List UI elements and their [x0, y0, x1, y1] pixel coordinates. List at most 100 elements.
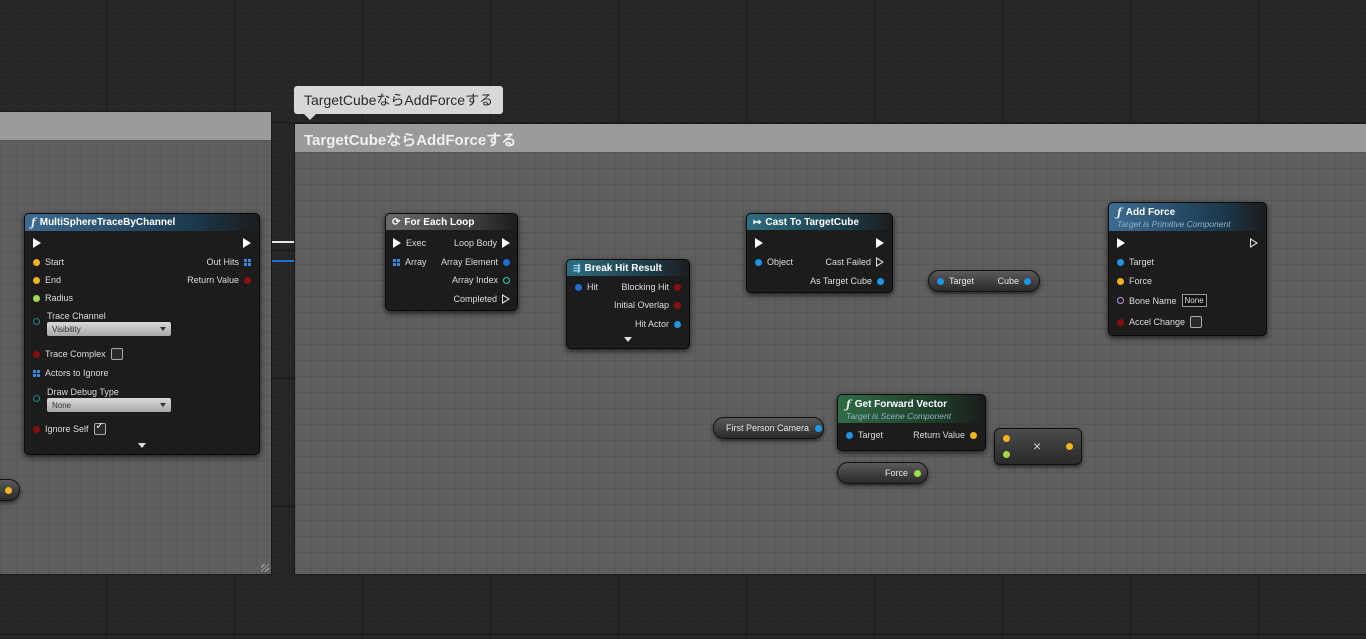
force-pin[interactable]: Force — [1117, 276, 1152, 286]
node-title: Break Hit Result — [584, 262, 662, 274]
resize-handle[interactable] — [261, 564, 269, 572]
chevron-down-icon — [160, 327, 166, 331]
break-struct-icon: ⇶ — [573, 262, 581, 273]
cube-out-pin[interactable]: Cube — [997, 276, 1031, 286]
node-title: For Each Loop — [404, 216, 475, 228]
object-pin-icon — [1024, 277, 1031, 285]
completed-pin[interactable]: Completed — [453, 294, 510, 304]
object-pin-icon — [937, 277, 944, 285]
vector-pin-icon[interactable] — [1066, 443, 1073, 450]
float-pin-icon — [33, 294, 40, 302]
break-hit-result-node[interactable]: ⇶ Break Hit Result Hit Blocking Hit Init… — [566, 259, 690, 349]
exec-out-pin[interactable] — [1250, 238, 1258, 248]
node-title: Cast To TargetCube — [765, 216, 859, 228]
blueprint-graph[interactable]: TargetCubeならAddForceする TargetCubeならAddFo… — [0, 0, 1366, 639]
for-each-loop-node[interactable]: ⟳ For Each Loop Exec Array Loop Body Arr… — [385, 213, 518, 311]
cast-icon: ↦ — [753, 216, 762, 228]
bone-name-pin[interactable]: Bone Name None — [1117, 294, 1207, 307]
initial-overlap-pin[interactable]: Initial Overlap — [614, 300, 681, 310]
ignore-self-pin[interactable]: Ignore Self — [33, 421, 106, 435]
bone-name-input[interactable]: None — [1181, 294, 1207, 307]
vector-pin-icon — [33, 258, 40, 266]
target-in-pin[interactable]: Target — [937, 276, 974, 286]
array-element-pin[interactable]: Array Element — [441, 257, 510, 267]
vector-pin-icon[interactable] — [914, 469, 921, 477]
bool-pin-icon — [1117, 318, 1124, 326]
object-pin-icon — [1117, 258, 1124, 266]
out-hits-pin[interactable]: Out Hits — [206, 257, 251, 267]
hit-pin[interactable]: Hit — [575, 282, 598, 292]
vector-pin-icon[interactable] — [1003, 435, 1010, 442]
expand-arrow-icon[interactable] — [624, 337, 632, 342]
exec-in-pin[interactable] — [755, 238, 763, 248]
hit-actor-pin[interactable]: Hit Actor — [635, 319, 681, 329]
draw-debug-pin[interactable] — [33, 395, 40, 402]
node-header[interactable]: ↦ Cast To TargetCube — [747, 214, 892, 230]
return-value-pin[interactable]: Return Value — [187, 275, 251, 285]
cast-failed-pin[interactable]: Cast Failed — [825, 257, 884, 267]
exec-out-pin[interactable] — [876, 238, 884, 248]
object-pin-icon[interactable] — [815, 424, 823, 432]
function-icon: ƒ — [31, 216, 36, 229]
radius-pin[interactable]: Radius — [33, 293, 73, 303]
exec-in-pin[interactable] — [1117, 238, 1125, 248]
force-variable-node[interactable]: Force — [837, 462, 928, 484]
ignore-self-checkbox[interactable] — [93, 421, 106, 435]
target-pin[interactable]: Target — [846, 430, 883, 440]
blocking-hit-pin[interactable]: Blocking Hit — [621, 282, 681, 292]
node-header[interactable]: ƒ Add Force Target is Primitive Component — [1109, 203, 1266, 231]
trace-complex-checkbox[interactable] — [110, 348, 123, 360]
accel-change-checkbox[interactable] — [1190, 316, 1203, 328]
array-pin[interactable]: Array — [393, 257, 427, 267]
expand-arrow-icon[interactable] — [138, 443, 146, 448]
bool-pin-icon — [244, 276, 251, 284]
bool-pin-icon — [33, 425, 40, 433]
cast-to-target-cube-node[interactable]: ↦ Cast To TargetCube Object Cast Failed … — [746, 213, 893, 293]
exec-out-pin[interactable] — [243, 238, 251, 248]
node-header[interactable]: ƒ Get Forward Vector Target is Scene Comp… — [838, 395, 985, 423]
object-pin-icon — [846, 431, 853, 439]
trace-channel-pin[interactable] — [33, 318, 40, 325]
end-pin[interactable]: End — [33, 275, 61, 285]
exec-in-pin[interactable] — [33, 238, 41, 248]
get-forward-vector-node[interactable]: ƒ Get Forward Vector Target is Scene Comp… — [837, 394, 986, 451]
vector-pin[interactable] — [5, 486, 12, 494]
multiply-node[interactable]: × — [994, 428, 1082, 465]
add-force-node[interactable]: ƒ Add Force Target is Primitive Component… — [1108, 202, 1267, 336]
comment-bubble[interactable]: TargetCubeならAddForceする — [294, 86, 504, 120]
actors-to-ignore-pin[interactable]: Actors to Ignore — [33, 368, 109, 378]
struct-pin-icon — [575, 283, 582, 291]
array-pin-icon — [33, 369, 40, 377]
start-pin[interactable]: Start — [33, 257, 64, 267]
comment-box[interactable]: TargetCubeならAddForceする — [295, 124, 1366, 574]
draw-debug-label: Draw Debug Type — [47, 387, 119, 397]
trace-channel-dropdown[interactable]: Visibility — [47, 322, 171, 336]
first-person-camera-node[interactable]: First Person Camera — [713, 417, 824, 439]
node-header[interactable]: ƒ MultiSphereTraceByChannel — [25, 214, 259, 231]
target-pin[interactable]: Target — [1117, 257, 1154, 267]
array-pin-icon — [244, 258, 251, 266]
loop-body-pin[interactable]: Loop Body — [454, 238, 510, 248]
comment-header-left[interactable] — [0, 112, 271, 140]
node-header[interactable]: ⇶ Break Hit Result — [567, 260, 689, 276]
accel-change-pin[interactable]: Accel Change — [1117, 316, 1203, 328]
multi-sphere-trace-node[interactable]: ƒ MultiSphereTraceByChannel Start End Ra… — [24, 213, 260, 455]
comment-header[interactable]: TargetCubeならAddForceする — [295, 124, 1366, 152]
trace-complex-pin[interactable]: Trace Complex — [33, 348, 123, 360]
draw-debug-dropdown[interactable]: None — [47, 398, 171, 412]
array-index-pin[interactable]: Array Index — [452, 275, 510, 285]
float-pin-icon[interactable] — [1003, 451, 1010, 458]
int-pin-icon — [503, 276, 510, 284]
object-pin-icon — [755, 258, 762, 266]
trace-channel-label: Trace Channel — [47, 311, 106, 321]
enum-pin-icon — [33, 318, 40, 325]
exec-in-pin[interactable]: Exec — [393, 238, 426, 248]
enum-pin-icon — [33, 395, 40, 402]
node-header[interactable]: ⟳ For Each Loop — [386, 214, 517, 230]
target-cube-getter-node[interactable]: Target Cube — [928, 270, 1040, 292]
return-value-pin[interactable]: Return Value — [913, 430, 977, 440]
bool-pin-icon — [674, 301, 681, 309]
as-target-cube-pin[interactable]: As Target Cube — [810, 276, 884, 286]
object-pin[interactable]: Object — [755, 257, 793, 267]
comment-bubble-text: TargetCubeならAddForceする — [304, 92, 494, 108]
